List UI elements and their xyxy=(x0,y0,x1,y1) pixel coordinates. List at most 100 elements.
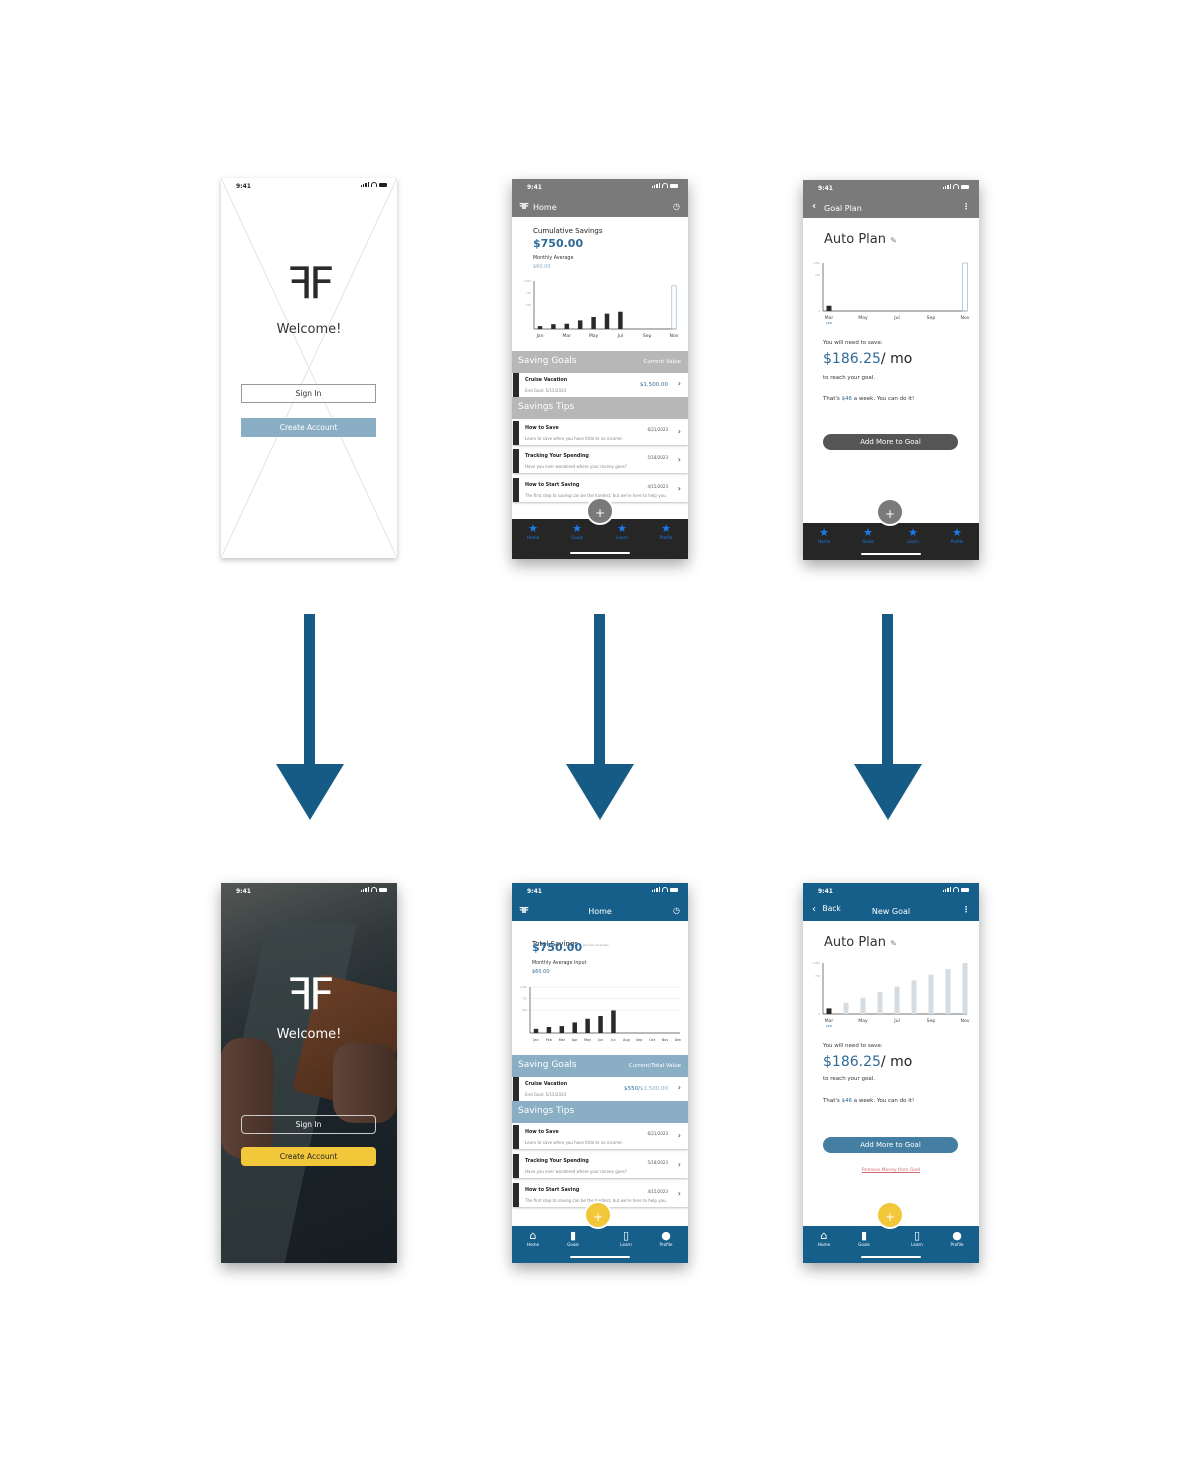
create-account-button[interactable]: Create Account xyxy=(241,418,376,437)
tip-title: How to Save xyxy=(525,426,559,431)
goal-chart: 1,000 750 0 Mar May Jul Sep Nov $## xyxy=(813,961,970,1028)
x-tick-label: Jan xyxy=(532,1038,538,1042)
signal-icon xyxy=(942,184,951,189)
saving-goals-header: Saving Goals Current/Total Value xyxy=(512,1055,688,1077)
bar xyxy=(564,323,570,329)
sign-in-button[interactable]: Sign In xyxy=(241,1115,376,1134)
nav-profile[interactable]: ★ Profile xyxy=(942,527,972,545)
nav-goals[interactable]: ★ Goals xyxy=(562,523,592,541)
signal-icon xyxy=(651,887,660,892)
goal-item[interactable]: Cruise Vacation End Goal: 5/15/2024 $550… xyxy=(513,1077,688,1101)
add-fab-button[interactable]: + xyxy=(876,498,904,526)
weekly-value: $46 xyxy=(841,396,853,402)
chevron-right-icon: › xyxy=(677,1160,681,1169)
need-label: You will need to save: xyxy=(823,340,883,346)
status-icons xyxy=(942,887,969,892)
edit-pencil-icon[interactable]: ✎ xyxy=(890,939,897,948)
y-tick-label: 500 xyxy=(526,303,531,307)
nav-home[interactable]: ⌂ Home xyxy=(809,1230,839,1248)
savings-tips-label: Savings Tips xyxy=(518,1106,575,1116)
bar xyxy=(577,320,583,329)
battery-icon xyxy=(670,888,678,892)
nav-home[interactable]: ⌂ Home xyxy=(518,1229,548,1248)
nav-label: Learn xyxy=(911,1242,923,1247)
add-fab-button[interactable]: + xyxy=(876,1201,904,1229)
nav-learn[interactable]: ★ Learn xyxy=(607,523,637,541)
y-tick-label: 1,000 xyxy=(813,261,821,265)
tip-item[interactable]: Tracking Your Spending Have you ever won… xyxy=(513,1154,688,1178)
bar xyxy=(533,1028,539,1033)
nav-label: Goals xyxy=(858,1242,870,1247)
chevron-right-icon: › xyxy=(677,1131,681,1140)
amount-per-month: $186.25/ mo xyxy=(823,351,912,367)
bar xyxy=(546,1027,552,1033)
more-menu-icon[interactable]: ⋮ xyxy=(962,202,970,211)
nav-label: Home xyxy=(526,535,540,540)
logo-icon[interactable]: ꟻF xyxy=(519,202,529,211)
nav-profile[interactable]: ● Profile xyxy=(942,1230,972,1248)
bar xyxy=(928,974,934,1014)
nav-learn[interactable]: ▯ Learn xyxy=(902,1230,932,1248)
signal-icon xyxy=(360,887,369,892)
final-goal-screen: 9:41 ‹ Back New Goal ⋮ Auto Plan ✎ 1,000… xyxy=(803,883,979,1263)
status-time: 9:41 xyxy=(527,184,542,191)
tip-item[interactable]: How to Save Learn to save when you have … xyxy=(513,1125,688,1149)
goal-name: Cruise Vacation xyxy=(525,1082,568,1087)
clock-icon[interactable]: ◷ xyxy=(673,202,680,211)
home-indicator xyxy=(861,553,921,555)
nav-goals[interactable]: ★ Goals xyxy=(853,527,883,545)
chevron-right-icon: › xyxy=(677,1189,681,1198)
weekly-value: $46 xyxy=(841,1098,853,1104)
x-tick-label: Jul xyxy=(617,333,624,339)
add-fab-button[interactable]: + xyxy=(586,497,614,525)
y-tick-label: 0 xyxy=(818,1012,820,1016)
reach-text: to reach your goal. xyxy=(823,1076,876,1082)
nav-learn[interactable]: ▯ Learn xyxy=(611,1230,641,1248)
y-tick-label: 0 xyxy=(818,309,820,313)
y-tick-label: 1,000 xyxy=(524,279,532,283)
tip-desc: Learn to save when you have little to no… xyxy=(525,436,623,441)
nav-label: Learn xyxy=(620,1242,632,1247)
savings-chart: 1,000 750 500 Jan Feb Mar Apr May Jun Jul Aug Sep Oc… xyxy=(520,985,682,1042)
back-chevron-icon[interactable]: ‹ xyxy=(812,201,816,212)
x-tick-label: Mar xyxy=(825,315,834,321)
arrow-welcome xyxy=(276,614,344,820)
avg-label: Monthly Average Input xyxy=(532,961,587,966)
sign-in-button[interactable]: Sign In xyxy=(241,384,376,403)
weekly-text: That's $46 a week. You can do it! xyxy=(823,1098,914,1104)
nav-learn[interactable]: ★ Learn xyxy=(898,527,928,545)
tip-item[interactable]: Tracking Your Spending Have you ever won… xyxy=(513,449,688,473)
status-time: 9:41 xyxy=(527,888,542,895)
home-icon: ⌂ xyxy=(529,1229,537,1242)
plan-title: Auto Plan ✎ xyxy=(824,232,897,247)
nav-profile[interactable]: ● Profile xyxy=(651,1230,681,1248)
status-icons xyxy=(942,184,969,189)
nav-home[interactable]: ★ Home xyxy=(809,527,839,545)
add-more-button[interactable]: Add More to Goal xyxy=(823,434,958,450)
status-icons xyxy=(360,887,387,892)
y-tick-label: 750 xyxy=(815,974,820,978)
status-time: 9:41 xyxy=(236,183,251,190)
card-accent xyxy=(513,1077,519,1101)
tip-item[interactable]: How to Save Learn to save when you have … xyxy=(513,421,688,445)
plan-title-text: Auto Plan xyxy=(824,232,886,247)
x-tick-label: Dec xyxy=(675,1038,682,1042)
create-account-button[interactable]: Create Account xyxy=(241,1147,376,1166)
edit-pencil-icon[interactable]: ✎ xyxy=(890,236,897,245)
add-more-button[interactable]: Add More to Goal xyxy=(823,1137,958,1153)
per-month: / mo xyxy=(880,1054,913,1070)
bar xyxy=(559,1026,565,1033)
goal-item[interactable]: Cruise Vacation End Goal: 5/15/2024 $1,5… xyxy=(513,373,688,397)
clock-icon[interactable]: ◷ xyxy=(673,906,680,915)
add-fab-button[interactable]: + xyxy=(584,1201,612,1229)
nav-goals[interactable]: ▮ Goals xyxy=(849,1230,879,1248)
weekly-suffix: a week. You can do it! xyxy=(852,1098,915,1104)
nav-goals[interactable]: ▮ Goals xyxy=(558,1230,588,1248)
more-menu-icon[interactable]: ⋮ xyxy=(962,905,970,914)
nav-home[interactable]: ★ Home xyxy=(518,523,548,541)
nav-profile[interactable]: ★ Profile xyxy=(651,523,681,541)
status-bar: 9:41 xyxy=(803,883,979,901)
summary-value: $750.00 xyxy=(533,237,584,250)
avg-value: $60.00 xyxy=(533,264,551,270)
remove-money-link[interactable]: Remove Money from Goal xyxy=(803,1168,979,1173)
